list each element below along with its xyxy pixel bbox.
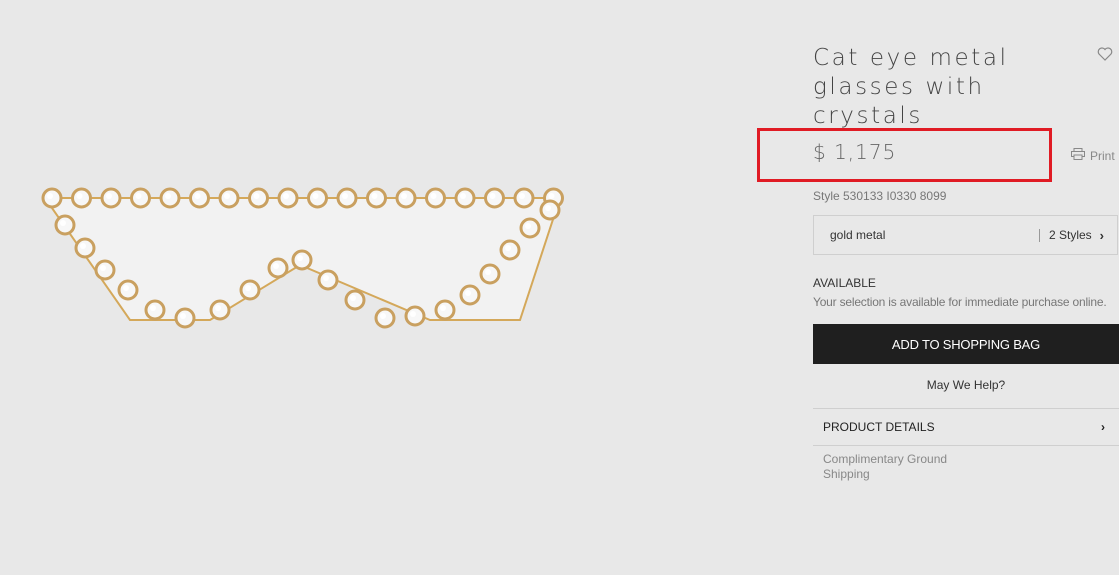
styles-count: 2 Styles <box>1048 228 1092 242</box>
crystal-shine <box>410 311 416 317</box>
crystal-shine <box>460 193 466 199</box>
crystal-shine <box>465 290 471 296</box>
divider <box>813 445 1119 446</box>
crystal-shine <box>76 193 83 199</box>
crystal-shine <box>135 193 142 199</box>
crystal-shine <box>297 255 303 261</box>
product-price: $ 1,175 <box>813 140 897 164</box>
help-link[interactable]: May We Help? <box>813 378 1119 392</box>
crystal-shine <box>165 193 171 199</box>
crystal-shine <box>440 305 446 311</box>
crystal-shine <box>150 305 156 311</box>
crystal-shine <box>106 193 112 199</box>
crystal-shine <box>350 295 356 301</box>
availability-status: AVAILABLE <box>813 276 876 290</box>
crystal-shine <box>401 193 407 199</box>
crystal-shine <box>224 193 230 199</box>
crystal-shine <box>245 285 251 291</box>
add-to-bag-button[interactable]: ADD TO SHOPPING BAG <box>813 324 1119 364</box>
heart-icon[interactable] <box>1097 46 1113 62</box>
crystal-shine <box>180 313 186 319</box>
selector-divider <box>1038 228 1040 242</box>
crystal-shine <box>342 193 348 199</box>
crystal-shine <box>545 205 551 211</box>
crystal-shine <box>525 223 531 229</box>
availability-message: Your selection is available for immediat… <box>813 295 1107 309</box>
variant-selector[interactable]: gold metal 2 Styles › <box>813 215 1118 255</box>
crystal-shine <box>519 193 525 199</box>
product-details-toggle[interactable]: PRODUCT DETAILS › <box>813 409 1119 445</box>
crystal-shine <box>253 193 260 199</box>
style-code: Style 530133 I0330 8099 <box>813 189 947 203</box>
print-label: Print <box>1090 148 1115 163</box>
product-image <box>41 187 564 329</box>
crystal-shine <box>123 285 129 291</box>
crystal-shine <box>430 193 437 199</box>
print-button[interactable]: Print <box>1071 148 1115 163</box>
printer-icon <box>1071 148 1085 163</box>
crystal-shine <box>194 193 201 199</box>
crystal-shine <box>47 193 53 199</box>
crystal-shine <box>215 305 221 311</box>
crystal-shine <box>323 275 329 281</box>
chevron-right-icon: › <box>1101 420 1105 434</box>
shipping-info: Complimentary Ground Shipping <box>823 452 948 481</box>
product-details-label: PRODUCT DETAILS <box>823 420 935 434</box>
crystal-shine <box>273 263 279 269</box>
crystal-shine <box>489 193 496 199</box>
chevron-right-icon: › <box>1099 227 1104 243</box>
crystal-shine <box>60 220 66 226</box>
crystal-shine <box>380 313 386 319</box>
variant-color: gold metal <box>830 228 886 242</box>
crystal-shine <box>485 269 491 275</box>
crystal-shine <box>548 193 555 199</box>
crystal-shine <box>283 193 289 199</box>
crystal-shine <box>80 243 86 249</box>
crystal-shine <box>505 245 511 251</box>
crystal-shine <box>312 193 319 199</box>
crystal-shine <box>100 265 106 271</box>
crystal-shine <box>371 193 378 199</box>
product-title: Cat eye metal glasses with crystals <box>813 45 1009 129</box>
price-highlight-box <box>757 128 1052 182</box>
